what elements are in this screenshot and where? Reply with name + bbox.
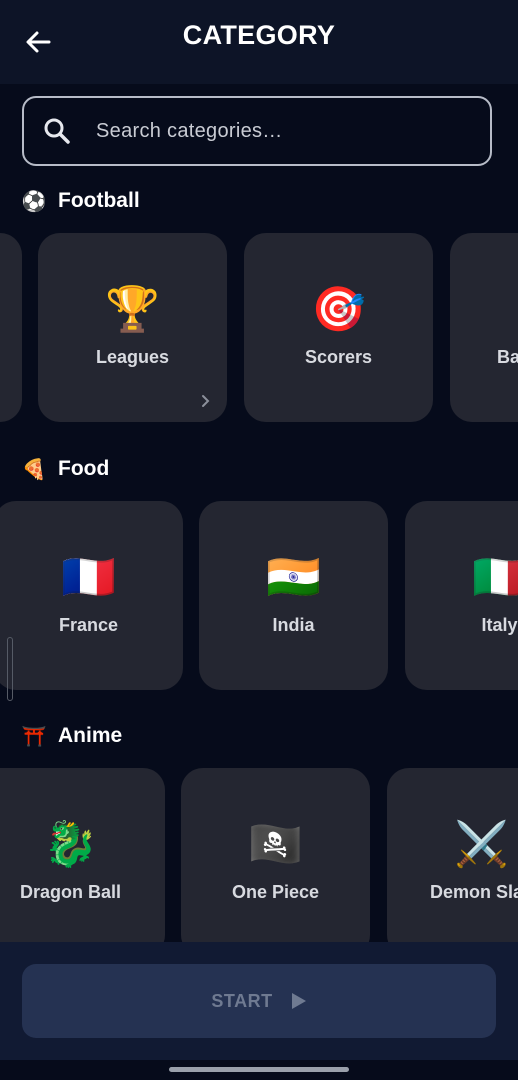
page-title: CATEGORY xyxy=(182,20,336,50)
category-card-scorers[interactable]: 🎯 Scorers xyxy=(244,233,433,422)
card-label: Italy xyxy=(481,615,518,635)
food-carousel[interactable]: 🇫🇷 France 🇮🇳 India 🇮🇹 Italy xyxy=(0,501,518,691)
category-card-demon-slayer[interactable]: ⚔️ Demon Slay xyxy=(387,768,518,942)
card-label: Demon Slay xyxy=(429,882,518,902)
category-card-france[interactable]: 🇫🇷 France xyxy=(0,501,183,690)
card-label: Leagues xyxy=(95,347,170,367)
card-label: France xyxy=(58,615,119,635)
target-icon: 🎯 xyxy=(311,285,366,334)
play-icon xyxy=(291,993,306,1009)
section-title-label: Anime xyxy=(58,724,123,747)
card-label: One Piece xyxy=(231,882,320,902)
home-indicator[interactable] xyxy=(169,1067,349,1072)
pizza-icon: 🍕 xyxy=(21,458,47,481)
football-carousel[interactable]: 🏆 Leagues 🎯 Scorers Ba xyxy=(0,233,518,423)
section-title-food: 🍕 Food xyxy=(21,457,110,481)
card-label: Ba xyxy=(497,347,518,367)
france-flag-icon: 🇫🇷 xyxy=(61,553,116,602)
trophy-icon: 🏆 xyxy=(105,285,160,334)
anime-carousel[interactable]: 🐉 Dragon Ball 🏴‍☠️ One Piece ⚔️ Demon Sl… xyxy=(0,768,518,942)
section-title-football: ⚽ Football xyxy=(22,189,140,213)
category-card-partial[interactable] xyxy=(0,233,22,422)
category-card-leagues[interactable]: 🏆 Leagues xyxy=(38,233,227,422)
soccer-ball-icon: ⚽ xyxy=(21,190,47,213)
start-label: START xyxy=(211,990,273,1011)
card-label: Scorers xyxy=(304,347,373,367)
section-title-anime: ⛩️ Anime xyxy=(21,724,123,748)
card-label: India xyxy=(272,615,315,635)
crossed-swords-icon: ⚔️ xyxy=(454,820,509,869)
card-label: Dragon Ball xyxy=(19,882,121,902)
search-icon xyxy=(42,116,72,146)
category-card-india[interactable]: 🇮🇳 India xyxy=(199,501,388,690)
category-card-partial-right[interactable]: Ba xyxy=(450,233,518,422)
india-flag-icon: 🇮🇳 xyxy=(266,553,321,602)
category-card-italy[interactable]: 🇮🇹 Italy xyxy=(405,501,518,690)
category-card-dragon-ball[interactable]: 🐉 Dragon Ball xyxy=(0,768,165,942)
pirate-flag-icon: 🏴‍☠️ xyxy=(248,820,303,869)
scroll-indicator[interactable] xyxy=(7,637,13,701)
italy-flag-icon: 🇮🇹 xyxy=(472,553,518,602)
section-title-label: Football xyxy=(58,189,140,212)
app-header: CATEGORY xyxy=(0,0,518,84)
dragon-icon: 🐉 xyxy=(43,820,98,869)
torii-gate-icon: ⛩️ xyxy=(21,725,47,748)
chevron-right-icon xyxy=(202,395,210,407)
start-button[interactable]: START xyxy=(22,964,496,1038)
category-card-one-piece[interactable]: 🏴‍☠️ One Piece xyxy=(181,768,370,942)
search-box[interactable] xyxy=(22,96,492,166)
search-input[interactable] xyxy=(94,118,490,144)
section-title-label: Food xyxy=(58,457,110,480)
